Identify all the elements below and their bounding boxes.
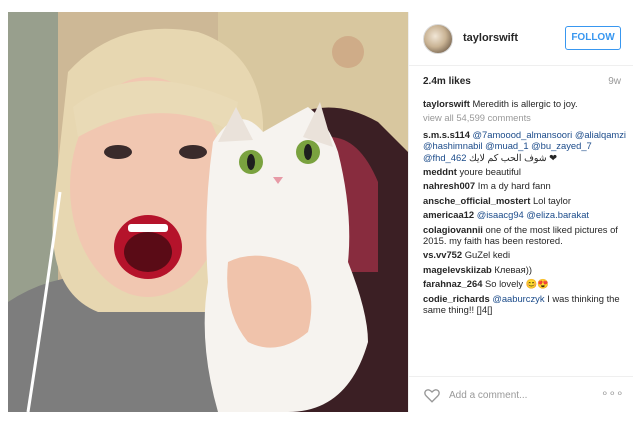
- post-side-panel: taylorswift FOLLOW 2.4m likes 9w taylors…: [408, 12, 633, 412]
- photo-eye-right: [179, 145, 207, 159]
- photo-eye-left: [104, 145, 132, 159]
- comment-item: nahresh007 Im a dy hard fann: [423, 180, 627, 191]
- comment-username[interactable]: americaa12: [423, 209, 474, 220]
- comment-text: شوف الحب كم لايك ❤: [469, 151, 557, 163]
- post-photo[interactable]: [8, 12, 408, 412]
- post-header: taylorswift FOLLOW: [409, 12, 633, 66]
- comment-mentions[interactable]: @aaburczyk: [492, 293, 544, 304]
- comment-username[interactable]: farahnaz_264: [423, 278, 482, 289]
- comment-rows: s.m.s.s114 @7amoood_almansoori @alialqam…: [423, 129, 627, 316]
- comment-item: vs.vv752 GuZel kedi: [423, 249, 627, 260]
- add-comment-input[interactable]: [449, 388, 589, 402]
- photo-wall-flower: [332, 36, 364, 68]
- comment-text: Клевая)): [494, 263, 532, 275]
- instagram-post: taylorswift FOLLOW 2.4m likes 9w taylors…: [0, 0, 640, 426]
- comment-text: GuZel kedi: [464, 249, 511, 261]
- photo-teeth: [128, 224, 168, 232]
- comment-item: colagiovannii one of the most liked pict…: [423, 224, 627, 247]
- view-all-comments-link[interactable]: view all 54,599 comments: [423, 112, 627, 123]
- more-options-icon[interactable]: ∘∘∘: [601, 386, 624, 400]
- comment-item: americaa12 @isaacg94 @eliza.barakat: [423, 209, 627, 220]
- photo-cat-pupil-left: [247, 154, 255, 170]
- comment-text: youre beautiful: [459, 166, 521, 178]
- comment-item: ansche_official_mostert Lol taylor: [423, 195, 627, 206]
- like-count[interactable]: 2.4m likes: [423, 76, 471, 87]
- post-age[interactable]: 9w: [608, 76, 621, 87]
- comment-text: Im a dy hard fann: [477, 180, 551, 192]
- comment-item: magelevskiizab Клевая)): [423, 264, 627, 275]
- comment-bar: ∘∘∘: [409, 376, 633, 412]
- comment-username[interactable]: nahresh007: [423, 180, 475, 191]
- comments-list[interactable]: taylorswift Meredith is allergic to joy.…: [423, 98, 627, 376]
- comment-text: Lol taylor: [532, 194, 571, 206]
- heart-outline-icon[interactable]: [423, 386, 441, 404]
- comment-text: So lovely 😊😍: [485, 278, 550, 290]
- comment-username[interactable]: colagiovannii: [423, 224, 483, 235]
- avatar[interactable]: [423, 24, 453, 54]
- comment-mentions[interactable]: @isaacg94 @eliza.barakat: [477, 209, 589, 220]
- comment-username[interactable]: codie_richards: [423, 293, 490, 304]
- comment-item: meddnt youre beautiful: [423, 166, 627, 177]
- comment-username[interactable]: vs.vv752: [423, 249, 462, 260]
- photo-cat-pupil-right: [304, 144, 312, 160]
- comment-username[interactable]: ansche_official_mostert: [423, 195, 530, 206]
- comment-item: farahnaz_264 So lovely 😊😍: [423, 278, 627, 289]
- comment-username[interactable]: magelevskiizab: [423, 264, 492, 275]
- photo-mouth-inner: [124, 232, 172, 272]
- caption-text: Meredith is allergic to joy.: [472, 98, 578, 109]
- caption: taylorswift Meredith is allergic to joy.: [423, 98, 627, 109]
- likes-row: 2.4m likes 9w: [423, 76, 621, 90]
- comment-username[interactable]: s.m.s.s114: [423, 129, 470, 140]
- caption-username[interactable]: taylorswift: [423, 98, 470, 109]
- photo-illustration: [8, 12, 408, 412]
- comment-item: codie_richards @aaburczyk I was thinking…: [423, 293, 627, 316]
- comment-username[interactable]: meddnt: [423, 166, 457, 177]
- follow-button[interactable]: FOLLOW: [565, 26, 621, 50]
- author-username[interactable]: taylorswift: [463, 32, 518, 44]
- comment-item: s.m.s.s114 @7amoood_almansoori @alialqam…: [423, 129, 627, 163]
